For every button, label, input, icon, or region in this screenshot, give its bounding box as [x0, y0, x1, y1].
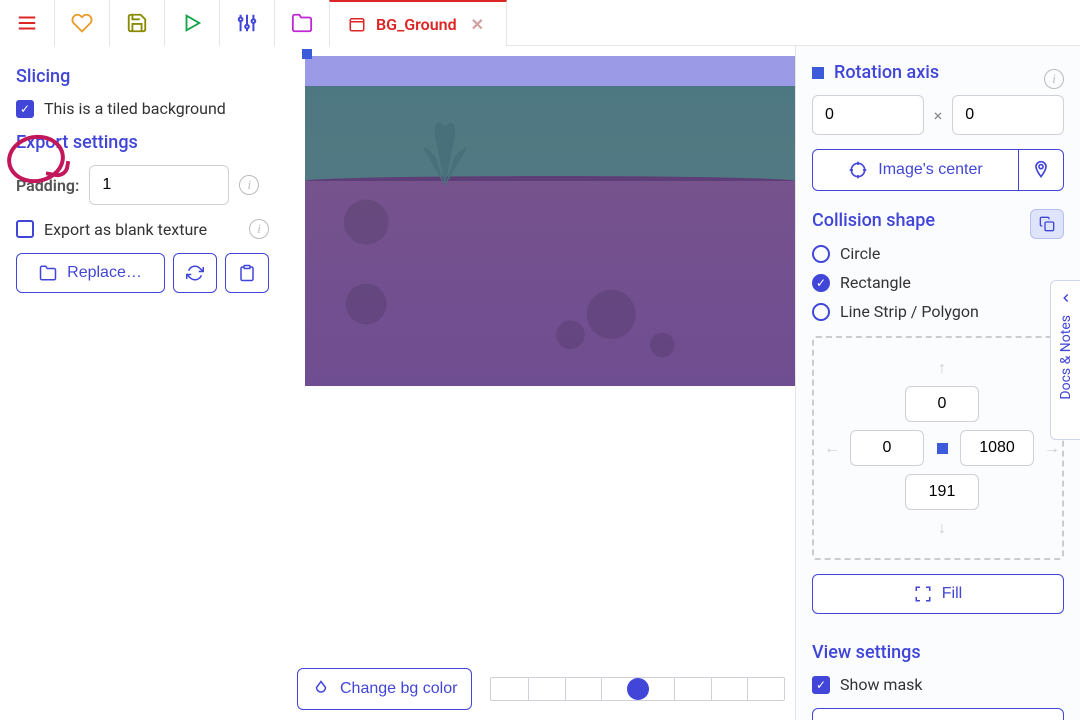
- settings-sliders-button[interactable]: [220, 0, 275, 46]
- texture-canvas[interactable]: [305, 56, 795, 386]
- arrow-right-icon: →: [1044, 438, 1060, 458]
- chevron-left-icon: [1059, 291, 1073, 305]
- collision-circle-radio[interactable]: Circle: [812, 239, 1064, 268]
- tab-title: BG_Ground: [376, 15, 457, 34]
- crosshair-icon: [848, 160, 868, 180]
- export-blank-checkbox[interactable]: Export as blank texture: [16, 220, 207, 239]
- padding-input[interactable]: [89, 165, 229, 205]
- checkbox-icon: [16, 220, 34, 238]
- collision-top-input[interactable]: [905, 386, 979, 422]
- view-settings-title: View settings: [812, 642, 1064, 663]
- show-mask-label: Show mask: [840, 675, 923, 694]
- docs-notes-label: Docs & Notes: [1058, 315, 1074, 400]
- checkbox-icon: [16, 100, 34, 118]
- fill-button[interactable]: Fill: [812, 574, 1064, 614]
- collision-line-radio[interactable]: Line Strip / Polygon: [812, 297, 1064, 326]
- zoom-thumb[interactable]: [627, 678, 649, 700]
- padding-label: Padding:: [16, 176, 79, 195]
- tiled-background-label: This is a tiled background: [44, 99, 226, 118]
- change-bg-color-button[interactable]: Change bg color: [297, 668, 472, 710]
- export-blank-label: Export as blank texture: [44, 220, 207, 239]
- show-mask-checkbox[interactable]: Show mask: [812, 675, 1064, 694]
- tab-texture[interactable]: BG_Ground ✕: [329, 0, 507, 46]
- images-center-label: Image's center: [878, 161, 982, 179]
- rotation-axis-label: Rotation axis: [834, 62, 939, 83]
- clipboard-icon: [238, 264, 256, 282]
- radio-icon: [812, 245, 830, 263]
- copy-collision-button[interactable]: [1030, 209, 1064, 239]
- rotation-info-icon[interactable]: i: [1044, 69, 1064, 89]
- tiled-background-checkbox[interactable]: This is a tiled background: [16, 99, 269, 118]
- collision-right-input[interactable]: [960, 430, 1034, 466]
- slicing-title: Slicing: [16, 66, 269, 87]
- tab-close-button[interactable]: ✕: [467, 15, 488, 34]
- change-bg-label: Change bg color: [340, 680, 457, 698]
- radio-icon: [812, 303, 830, 321]
- arrow-up-icon: ↑: [938, 358, 946, 378]
- canvas-layer-purple: [305, 181, 795, 386]
- collision-left-input[interactable]: [850, 430, 924, 466]
- isometrify-button[interactable]: [1019, 149, 1064, 191]
- pin-icon: [1031, 160, 1051, 180]
- rotation-axis-title: Rotation axis: [812, 62, 939, 83]
- axis-handle[interactable]: [302, 49, 312, 59]
- center-marker-icon: [937, 443, 948, 454]
- refresh-icon: [186, 264, 204, 282]
- save-button[interactable]: Save: [812, 708, 1064, 720]
- rotation-sep: ×: [934, 106, 943, 125]
- collision-bounds-editor: ↑ ← → ↓: [812, 336, 1064, 560]
- sliders-icon: [236, 12, 258, 34]
- paste-button[interactable]: [225, 253, 269, 293]
- axis-marker-icon: [812, 67, 824, 79]
- folder-icon: [39, 264, 57, 282]
- replace-label: Replace…: [67, 264, 142, 282]
- padding-info-icon[interactable]: i: [239, 175, 259, 195]
- folder-icon: [291, 12, 313, 34]
- droplet-icon: [312, 679, 330, 699]
- play-button[interactable]: [165, 0, 220, 46]
- collision-rect-radio[interactable]: Rectangle: [812, 268, 1064, 297]
- images-center-button[interactable]: Image's center: [812, 149, 1019, 191]
- arrow-left-icon: ←: [824, 438, 840, 458]
- collision-circle-label: Circle: [840, 244, 880, 263]
- arrow-down-icon: ↓: [938, 518, 946, 538]
- collision-shape-title: Collision shape: [812, 210, 935, 231]
- hamburger-icon: [16, 12, 38, 34]
- save-icon: [126, 12, 148, 34]
- collision-bottom-input[interactable]: [905, 474, 979, 510]
- rotation-x-input[interactable]: [812, 95, 924, 135]
- rotation-y-input[interactable]: [952, 95, 1064, 135]
- texture-tab-icon: [348, 15, 366, 33]
- save-toolbar-button[interactable]: [110, 0, 165, 46]
- collision-line-label: Line Strip / Polygon: [840, 302, 979, 321]
- replace-button[interactable]: Replace…: [16, 253, 165, 293]
- plant-decoration-icon: [415, 106, 475, 186]
- export-blank-info-icon[interactable]: i: [249, 219, 269, 239]
- checkbox-icon: [812, 676, 830, 694]
- menu-button[interactable]: [0, 0, 55, 46]
- export-settings-title: Export settings: [16, 132, 269, 153]
- favorite-button[interactable]: [55, 0, 110, 46]
- zoom-slider[interactable]: [490, 677, 785, 701]
- play-icon: [181, 12, 203, 34]
- collision-rect-label: Rectangle: [840, 273, 911, 292]
- heart-icon: [71, 12, 93, 34]
- folder-button[interactable]: [275, 0, 330, 46]
- radio-icon: [812, 274, 830, 292]
- reimport-button[interactable]: [173, 253, 217, 293]
- docs-notes-tab[interactable]: Docs & Notes: [1050, 280, 1080, 440]
- fill-label: Fill: [942, 585, 962, 603]
- copy-icon: [1039, 216, 1055, 232]
- fullscreen-icon: [914, 585, 932, 603]
